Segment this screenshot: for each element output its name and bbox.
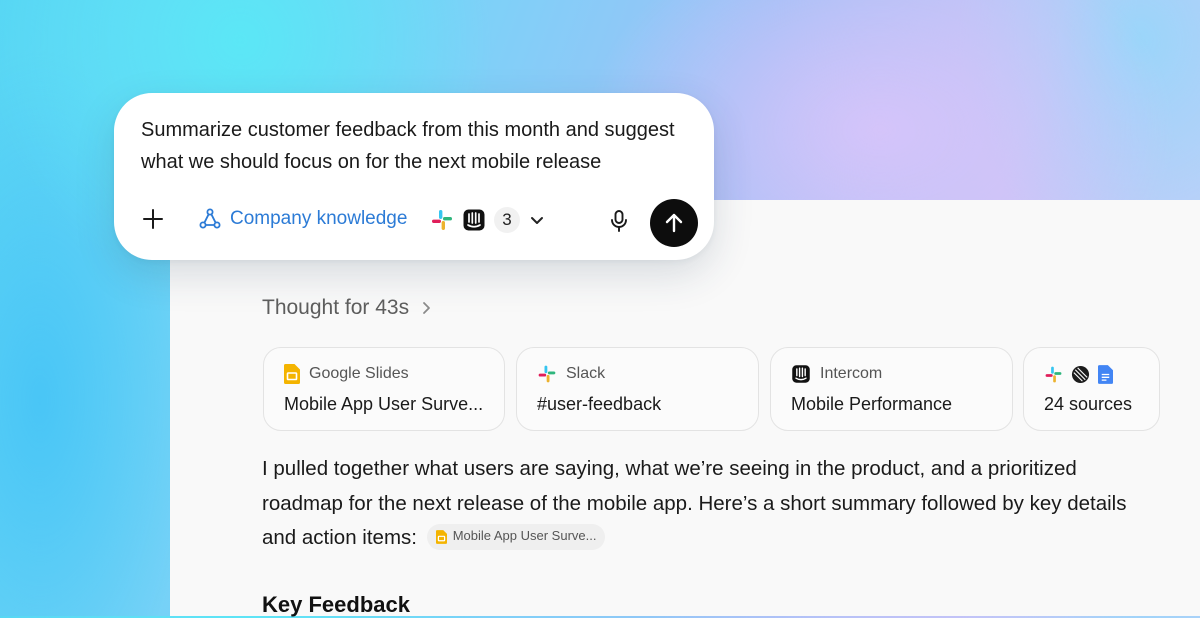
linear-icon xyxy=(1071,365,1090,384)
response-text: I pulled together what users are saying,… xyxy=(262,457,1127,549)
chevron-right-icon xyxy=(423,302,430,314)
source-app: Slack xyxy=(537,364,605,384)
source-count: 24 sources xyxy=(1044,394,1133,414)
source-app: Intercom xyxy=(791,364,882,384)
thought-label: Thought for 43s xyxy=(262,296,410,319)
google-slides-icon xyxy=(435,529,447,544)
intercom-icon xyxy=(463,209,485,231)
prompt-input[interactable]: Summarize customer feedback from this mo… xyxy=(141,114,701,178)
chevron-down-icon xyxy=(531,217,543,224)
add-attachment-button[interactable] xyxy=(138,204,168,234)
source-app: Google Slides xyxy=(284,364,409,384)
section-heading: Key Feedback xyxy=(262,592,410,617)
microphone-icon xyxy=(611,210,627,232)
source-card-all-sources[interactable]: 24 sources xyxy=(1023,347,1160,431)
connector-count-badge: 3 xyxy=(494,207,520,233)
response-paragraph: I pulled together what users are saying,… xyxy=(262,452,1162,556)
knowledge-graph-icon xyxy=(199,208,221,229)
company-knowledge-label: Company knowledge xyxy=(230,208,408,229)
source-icons xyxy=(1044,365,1113,384)
source-app-name: Google Slides xyxy=(309,365,409,382)
source-title: #user-feedback xyxy=(537,394,662,414)
source-card-google-slides[interactable]: Google Slides Mobile App User Surve... xyxy=(263,347,505,431)
slack-icon xyxy=(432,210,452,230)
send-button[interactable] xyxy=(650,199,698,247)
slack-icon xyxy=(538,365,556,383)
source-card-slack[interactable]: Slack #user-feedback xyxy=(516,347,759,431)
google-slides-icon xyxy=(284,364,300,384)
source-card-intercom[interactable]: Intercom Mobile Performance xyxy=(770,347,1013,431)
slack-icon xyxy=(1045,366,1062,383)
source-app-name: Slack xyxy=(566,365,606,382)
google-docs-icon xyxy=(1098,365,1113,384)
plus-icon xyxy=(143,209,163,229)
company-knowledge-button[interactable]: Company knowledge xyxy=(198,205,407,233)
connectors-menu-button[interactable]: 3 xyxy=(430,206,546,234)
voice-input-button[interactable] xyxy=(608,209,630,233)
intercom-icon xyxy=(792,365,810,383)
source-app-name: Intercom xyxy=(820,365,883,382)
prompt-composer: Summarize customer feedback from this mo… xyxy=(114,93,714,260)
citation-chip[interactable]: Mobile App User Surve... xyxy=(426,523,606,550)
thought-summary-toggle[interactable]: Thought for 43s xyxy=(262,296,433,320)
citation-chip-label: Mobile App User Surve... xyxy=(452,528,597,544)
source-title: Mobile Performance xyxy=(791,394,953,414)
arrow-up-icon xyxy=(665,213,683,233)
source-title: Mobile App User Surve... xyxy=(284,394,484,414)
